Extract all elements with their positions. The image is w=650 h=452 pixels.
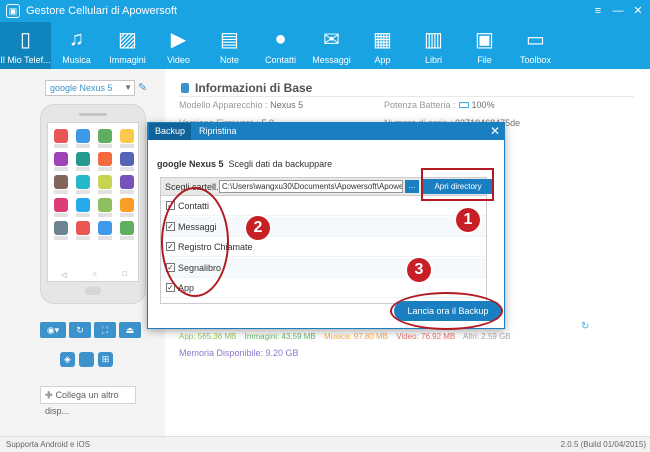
mail-icon: ✉ bbox=[323, 28, 340, 51]
annotation-ellipse-backup bbox=[390, 292, 503, 330]
app-grid-icon: ▦ bbox=[373, 28, 392, 51]
phone-icon: ▯ bbox=[19, 28, 31, 51]
book-icon: ▥ bbox=[424, 28, 443, 51]
toolbar-item-label: Toolbox bbox=[519, 55, 552, 65]
toolbar-item-toolbox[interactable]: ▭ Toolbox bbox=[510, 22, 561, 69]
toolbar-item-phone[interactable]: ▯ Il Mio Telef... bbox=[0, 22, 51, 69]
main-toolbar: ▯ Il Mio Telef... ♫ Musica ▨ Immagini ▶ Video ▤ N… bbox=[0, 22, 650, 69]
dialog-instruction: Scegli dati da backuppare bbox=[228, 159, 333, 169]
tab-backup[interactable]: Backup bbox=[149, 123, 192, 140]
annotation-number-1: 1 bbox=[456, 208, 480, 232]
app-logo-icon: ▣ bbox=[6, 4, 20, 18]
window-title: Gestore Cellulari di Apowersoft bbox=[26, 5, 178, 17]
annotation-number-2: 2 bbox=[246, 216, 270, 240]
toolbar-item-music[interactable]: ♫ Musica bbox=[51, 22, 102, 69]
dialog-description: google Nexus 5 Scegli dati da backuppare bbox=[157, 159, 332, 169]
folder-path-input[interactable]: C:\Users\wangxu30\Documents\Apowersoft\A… bbox=[219, 180, 403, 193]
annotation-ellipse-items bbox=[161, 187, 229, 297]
toolbar-item-image[interactable]: ▨ Immagini bbox=[102, 22, 153, 69]
close-window-button[interactable]: ✕ bbox=[628, 0, 648, 22]
toolbar-item-label: Il Mio Telef... bbox=[0, 55, 51, 65]
toolbar-item-label: App bbox=[374, 55, 391, 65]
annotation-number-3: 3 bbox=[407, 258, 431, 282]
toolbar-item-note[interactable]: ▤ Note bbox=[204, 22, 255, 69]
toolbar-item-label: Contatti bbox=[264, 55, 297, 65]
status-version: 2.0.5 (Build 01/04/2015) bbox=[560, 440, 646, 449]
toolbar-item-video[interactable]: ▶ Video bbox=[153, 22, 204, 69]
toolbox-icon: ▭ bbox=[526, 28, 545, 51]
toolbar-item-contact[interactable]: ● Contatti bbox=[255, 22, 306, 69]
toolbar-item-app-grid[interactable]: ▦ App bbox=[357, 22, 408, 69]
contact-icon: ● bbox=[274, 27, 287, 50]
toolbar-item-label: Note bbox=[219, 55, 239, 65]
toolbar-item-label: File bbox=[477, 55, 492, 65]
toolbar-item-label: Musica bbox=[62, 55, 91, 65]
toolbar-item-label: Messaggi bbox=[312, 55, 351, 65]
file-icon: ▣ bbox=[475, 28, 494, 51]
title-bar: ▣ Gestore Cellulari di Apowersoft ≡ — ✕ bbox=[0, 0, 650, 22]
dialog-header: Backup Ripristina ✕ bbox=[148, 123, 504, 140]
close-icon[interactable]: ✕ bbox=[490, 123, 500, 140]
annotation-box-open-directory bbox=[421, 168, 494, 201]
toolbar-item-label: Video bbox=[167, 55, 190, 65]
status-bar: Supporta Android e iOS 2.0.5 (Build 01/0… bbox=[0, 436, 650, 452]
toolbar-item-label: Immagini bbox=[109, 55, 146, 65]
dialog-device-name: google Nexus 5 bbox=[157, 159, 224, 169]
toolbar-item-file[interactable]: ▣ File bbox=[459, 22, 510, 69]
toolbar-item-label: Libri bbox=[424, 55, 442, 65]
toolbar-item-mail[interactable]: ✉ Messaggi bbox=[306, 22, 357, 69]
tab-restore[interactable]: Ripristina bbox=[193, 123, 243, 140]
menu-icon[interactable]: ≡ bbox=[588, 0, 608, 22]
image-icon: ▨ bbox=[118, 28, 137, 51]
video-icon: ▶ bbox=[170, 28, 187, 51]
status-left: Supporta Android e iOS bbox=[6, 440, 91, 449]
note-icon: ▤ bbox=[220, 28, 239, 51]
minimize-button[interactable]: — bbox=[608, 0, 628, 22]
music-icon: ♫ bbox=[69, 27, 84, 50]
toolbar-item-book[interactable]: ▥ Libri bbox=[408, 22, 459, 69]
browse-button[interactable]: ... bbox=[405, 180, 419, 193]
